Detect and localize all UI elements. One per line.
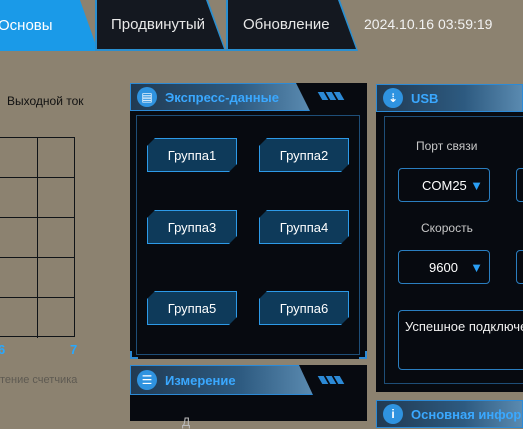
header-stripes [317,371,345,384]
basic-info-panel: i Основная инфор [376,400,523,428]
panel-title: Экспресс-данные [165,89,279,105]
measurement-panel: ☰ Измерение Д [130,365,367,429]
panel-header: ⇣ USB [376,84,523,112]
tab-advanced[interactable]: Продвинутый [97,0,224,49]
status-text: Успешное подключе [405,319,523,334]
usb-icon: ⇣ [383,88,403,108]
document-icon: ▤ [137,87,157,107]
panel-header: ☰ Измерение [130,365,313,395]
header-stripes [317,87,345,100]
group3-button[interactable]: Группа3 [147,210,237,244]
tab-basics[interactable]: Основы [0,0,98,51]
chart-title: Выходной ток [7,94,84,108]
button-label: Группа3 [167,219,217,235]
panel-title: Измерение [165,372,236,388]
speed-select[interactable]: 9600 ▼ [398,250,490,284]
chevron-down-icon: ▼ [470,260,483,275]
tab-label: Обновление [243,16,330,33]
speed-select-secondary[interactable] [516,250,523,284]
speed-label: Скорость [421,221,473,235]
datetime-display: 2024.10.16 03:59:19 [364,16,493,32]
button-label: Группа2 [279,147,329,163]
x-tick: 6 [0,342,6,357]
group1-button[interactable]: Группа1 [147,138,237,172]
tab-label: Основы [0,17,53,34]
group4-button[interactable]: Группа4 [259,210,349,244]
panel-header: i Основная инфор [376,400,523,428]
menu-icon: ☰ [137,370,157,390]
chevron-down-icon: ▼ [470,178,483,193]
group2-button[interactable]: Группа2 [259,138,349,172]
tab-label: Продвинутый [111,16,206,33]
express-data-panel: ▤ Экспресс-данные Группа1 Группа2 Группа… [130,83,367,359]
group6-button[interactable]: Группа6 [259,291,349,325]
panel-title: USB [411,90,439,106]
top-bar: Основы Продвинутый Обновление 2024.10.16… [0,0,523,53]
x-tick: 7 [70,342,78,357]
counter-reading-label: тение счетчика [0,374,78,386]
button-label: Группа5 [167,300,217,316]
chart-grid [0,137,75,338]
button-label: Группа1 [167,147,217,163]
button-label: Группа4 [279,219,329,235]
panel-header: ▤ Экспресс-данные [130,83,310,111]
port-label: Порт связи [416,139,478,153]
usb-panel: ⇣ USB Порт связи COM25 ▼ Скорость 9600 ▼… [376,84,523,392]
group5-button[interactable]: Группа5 [147,291,237,325]
port-select-secondary[interactable] [516,168,523,202]
connection-status-box: Успешное подключе [398,310,523,370]
measurement-partial-text: Д [182,415,191,429]
select-value: 9600 [429,259,458,275]
tab-update[interactable]: Обновление [228,0,356,49]
select-value: COM25 [422,177,467,193]
button-label: Группа6 [279,300,329,316]
info-icon: i [383,404,403,424]
panel-title: Основная инфор [411,406,522,422]
port-select[interactable]: COM25 ▼ [398,168,490,202]
